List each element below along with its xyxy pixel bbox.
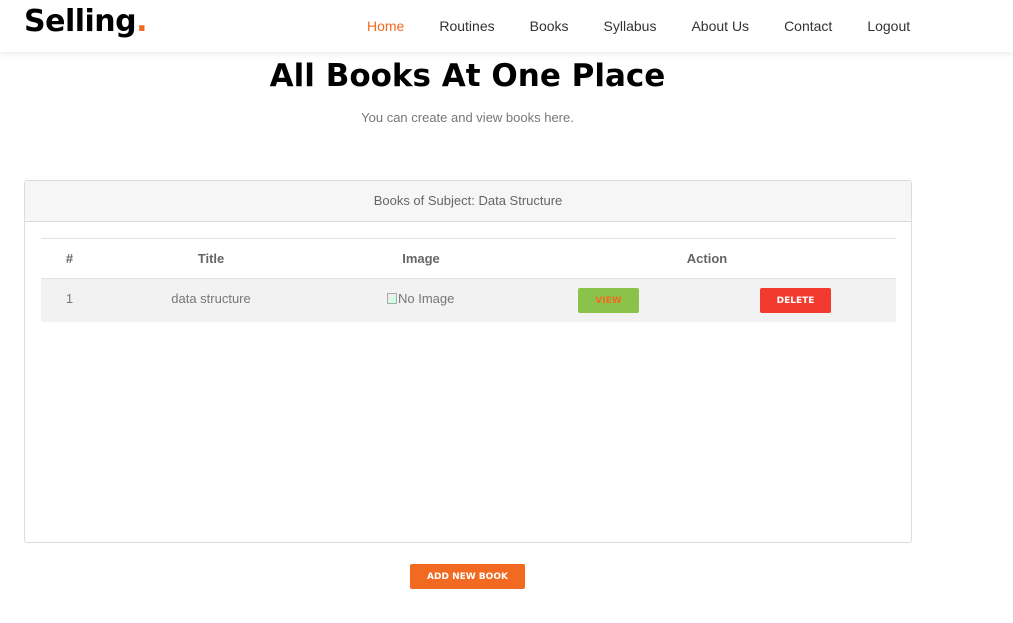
navbar: Selling. Home Routines Books Syllabus Ab… — [0, 0, 1013, 52]
nav-home[interactable]: Home — [367, 18, 404, 34]
column-header-number: # — [65, 251, 74, 266]
column-header-action: Action — [686, 251, 728, 266]
row-title: data structure — [171, 291, 251, 306]
book-image: No Image — [387, 291, 454, 306]
book-image-alt: No Image — [398, 291, 455, 306]
column-header-image: Image — [402, 251, 440, 266]
add-new-book-button[interactable]: ADD NEW BOOK — [410, 564, 525, 589]
delete-button[interactable]: DELETE — [760, 288, 831, 313]
nav-syllabus[interactable]: Syllabus — [604, 18, 657, 34]
page-subtitle: You can create and view books here. — [361, 110, 574, 125]
nav-about-us[interactable]: About Us — [691, 18, 749, 34]
row-number: 1 — [65, 291, 74, 306]
nav-books[interactable]: Books — [530, 18, 569, 34]
page-title: All Books At One Place — [269, 58, 666, 94]
nav-logout[interactable]: Logout — [867, 18, 910, 34]
brand-dot: . — [136, 4, 148, 39]
table-row: 1 data structure No Image VIEW DELETE — [41, 279, 896, 322]
table-header-row: # Title Image Action — [41, 239, 896, 279]
card-header: Books of Subject: Data Structure — [25, 181, 911, 222]
view-button[interactable]: VIEW — [578, 288, 639, 313]
main-nav: Home Routines Books Syllabus About Us Co… — [367, 18, 945, 34]
books-card: Books of Subject: Data Structure # Title… — [24, 180, 912, 543]
nav-contact[interactable]: Contact — [784, 18, 832, 34]
books-table: # Title Image Action 1 data structure No… — [41, 238, 896, 322]
column-header-title: Title — [197, 251, 225, 266]
nav-routines[interactable]: Routines — [439, 18, 494, 34]
broken-image-icon — [387, 293, 397, 304]
brand-name: Selling — [24, 4, 137, 39]
brand-logo[interactable]: Selling. — [24, 4, 148, 39]
